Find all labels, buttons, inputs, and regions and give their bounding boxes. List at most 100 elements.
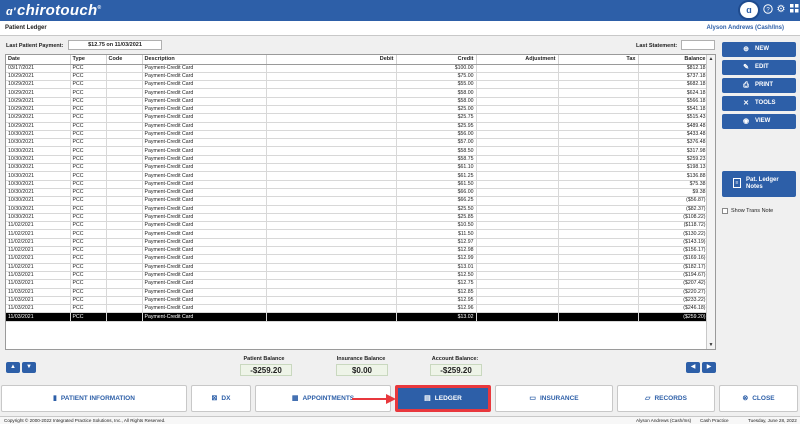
table-row[interactable]: 10/30/2021 PCC Payment-Credit Card $56.00 $4… [6,130,709,140]
current-user-link[interactable]: Alyson Andrews (Cash/Ins) [707,25,784,31]
ledger-grid[interactable]: Date Type Code Description Debit Credit … [5,54,716,350]
table-row[interactable]: 10/30/2021 PCC Payment-Credit Card $58.75 $2… [6,155,709,165]
table-row[interactable]: 03/17/2021 PCC Payment-Credit Card $100.00 $… [6,64,709,73]
table-row[interactable]: 10/29/2021 PCC Payment-Credit Card $58.00 $6… [6,88,709,98]
table-row[interactable]: 11/02/2021 PCC Payment-Credit Card $11.50 ($… [6,229,709,239]
table-cell: 11/02/2021 [6,221,71,231]
page-right-button[interactable]: ▶ [702,362,716,373]
table-cell: PCC [70,122,107,131]
page-left-button[interactable]: ◀ [686,362,700,373]
table-cell: $61.10 [396,163,477,173]
print-button[interactable]: ⎙ PRINT [722,78,796,93]
grid-scrollbar[interactable]: ▲ ▼ [706,55,715,349]
table-cell [558,146,639,156]
table-row[interactable]: 11/03/2021 PCC Payment-Credit Card $12.50 ($… [6,271,709,281]
table-row[interactable]: 10/30/2021 PCC Payment-Credit Card $61.10 $1… [6,163,709,173]
table-cell [476,288,559,297]
help-icon[interactable]: ? [762,4,774,16]
table-row[interactable]: 11/02/2021 PCC Payment-Credit Card $12.97 ($… [6,238,709,248]
table-cell: $10.50 [396,221,477,231]
ledger-panel: Last Patient Payment: $12.75 on 11/03/20… [0,36,718,376]
ledger-button[interactable]: ▤ LEDGER [395,385,491,412]
table-cell: Payment-Credit Card [142,304,267,314]
table-row[interactable]: 11/02/2021 PCC Payment-Credit Card $12.99 ($… [6,254,709,264]
table-cell: $12.50 [396,271,477,281]
col-header-debit[interactable]: Debit [266,55,397,65]
table-row[interactable]: 11/02/2021 PCC Payment-Credit Card $12.98 ($… [6,246,709,256]
table-row[interactable]: 11/03/2021 PCC Payment-Credit Card $12.96 ($… [6,304,709,314]
tools-button[interactable]: ✕ TOOLS [722,96,796,111]
table-row[interactable]: 11/03/2021 PCC Payment-Credit Card $12.75 ($… [6,279,709,289]
col-header-credit[interactable]: Credit [396,55,477,65]
table-row[interactable]: 10/30/2021 PCC Payment-Credit Card $57.00 $3… [6,138,709,148]
col-header-adjustment[interactable]: Adjustment [476,55,559,65]
table-row[interactable]: 10/29/2021 PCC Payment-Credit Card $25.00 $5… [6,105,709,115]
view-button[interactable]: ◉ VIEW [722,114,796,129]
table-cell [476,180,559,189]
table-cell [476,171,559,181]
row-up-button[interactable]: ▲ [6,362,20,373]
table-cell: $56.00 [396,130,477,140]
table-row[interactable]: 11/03/2021 PCC Payment-Credit Card $12.95 ($… [6,296,709,306]
table-cell [476,213,559,223]
window-title: Patient Ledger [5,25,47,31]
patient-information-button[interactable]: ▮ PATIENT INFORMATION [1,385,187,412]
table-row[interactable]: 10/29/2021 PCC Payment-Credit Card $55.00 $6… [6,80,709,90]
gear-icon[interactable]: ⚙ [775,4,787,16]
table-cell: PCC [70,205,107,214]
grid-icon[interactable] [788,4,800,16]
table-row[interactable]: 10/30/2021 PCC Payment-Credit Card $66.25 ($… [6,196,709,206]
table-row[interactable]: 10/30/2021 PCC Payment-Credit Card $25.85 ($… [6,213,709,223]
table-row[interactable]: 10/29/2021 PCC Payment-Credit Card $25.75 $5… [6,113,709,123]
col-header-date[interactable]: Date [6,55,71,65]
show-trans-note-checkbox[interactable] [722,208,728,214]
scroll-up-icon[interactable]: ▲ [707,55,715,63]
table-row[interactable]: 10/30/2021 PCC Payment-Credit Card $66.00 $9… [6,188,709,198]
table-cell: ($233.22) [638,296,709,306]
table-row[interactable]: 11/02/2021 PCC Payment-Credit Card $10.50 ($… [6,221,709,231]
table-cell: $12.99 [396,254,477,264]
table-row[interactable]: 11/02/2021 PCC Payment-Credit Card $13.01 ($… [6,263,709,272]
edit-button[interactable]: ✎ EDIT [722,60,796,75]
table-row[interactable]: 10/30/2021 PCC Payment-Credit Card $61.50 $7… [6,180,709,189]
table-cell [558,171,639,181]
table-row[interactable]: 10/29/2021 PCC Payment-Credit Card $25.95 $4… [6,122,709,131]
close-button[interactable]: ⊗ CLOSE [719,385,798,412]
person-icon: ▮ [53,395,57,402]
ledger-notes-button[interactable]: ≡ Pat. Ledger Notes [722,171,796,197]
table-cell: Payment-Credit Card [142,72,267,82]
table-cell [106,188,143,198]
table-row[interactable]: 10/30/2021 PCC Payment-Credit Card $58.50 $3… [6,146,709,156]
table-row[interactable]: 10/29/2021 PCC Payment-Credit Card $58.00 $5… [6,97,709,107]
scroll-down-icon[interactable]: ▼ [707,341,715,349]
col-header-tax[interactable]: Tax [558,55,639,65]
table-cell: PCC [70,213,107,223]
table-cell: Payment-Credit Card [142,97,267,107]
table-cell [558,296,639,306]
row-down-button[interactable]: ▼ [22,362,36,373]
records-button[interactable]: ▱ RECORDS [617,385,715,412]
col-header-code[interactable]: Code [106,55,143,65]
table-cell [558,254,639,264]
dx-button[interactable]: ⊠ DX [191,385,251,412]
table-row[interactable]: 11/03/2021 PCC Payment-Credit Card $13.02 ($… [6,312,709,322]
table-row[interactable]: 10/29/2021 PCC Payment-Credit Card $75.00 $7… [6,72,709,82]
new-button-label: NEW [755,46,769,52]
table-cell: 03/17/2021 [6,64,71,73]
table-cell [476,88,559,98]
table-row[interactable]: 11/03/2021 PCC Payment-Credit Card $12.85 ($… [6,288,709,297]
insurance-button[interactable]: ▭ INSURANCE [495,385,613,412]
tools-icon: ✕ [743,100,749,107]
last-payment-label: Last Patient Payment: [6,43,64,49]
table-row[interactable]: 10/30/2021 PCC Payment-Credit Card $25.50 ($… [6,205,709,214]
table-cell [266,196,397,206]
user-avatar-icon[interactable]: ɑ [738,0,760,20]
new-button[interactable]: ⊕ NEW [722,42,796,57]
table-cell [106,296,143,306]
table-cell [106,122,143,131]
col-header-balance[interactable]: Balance [638,55,709,65]
col-header-description[interactable]: Description [142,55,267,65]
status-bar: Copyright © 2000-2022 Integrated Practic… [0,416,800,424]
table-row[interactable]: 10/30/2021 PCC Payment-Credit Card $61.25 $1… [6,171,709,181]
col-header-type[interactable]: Type [70,55,107,65]
